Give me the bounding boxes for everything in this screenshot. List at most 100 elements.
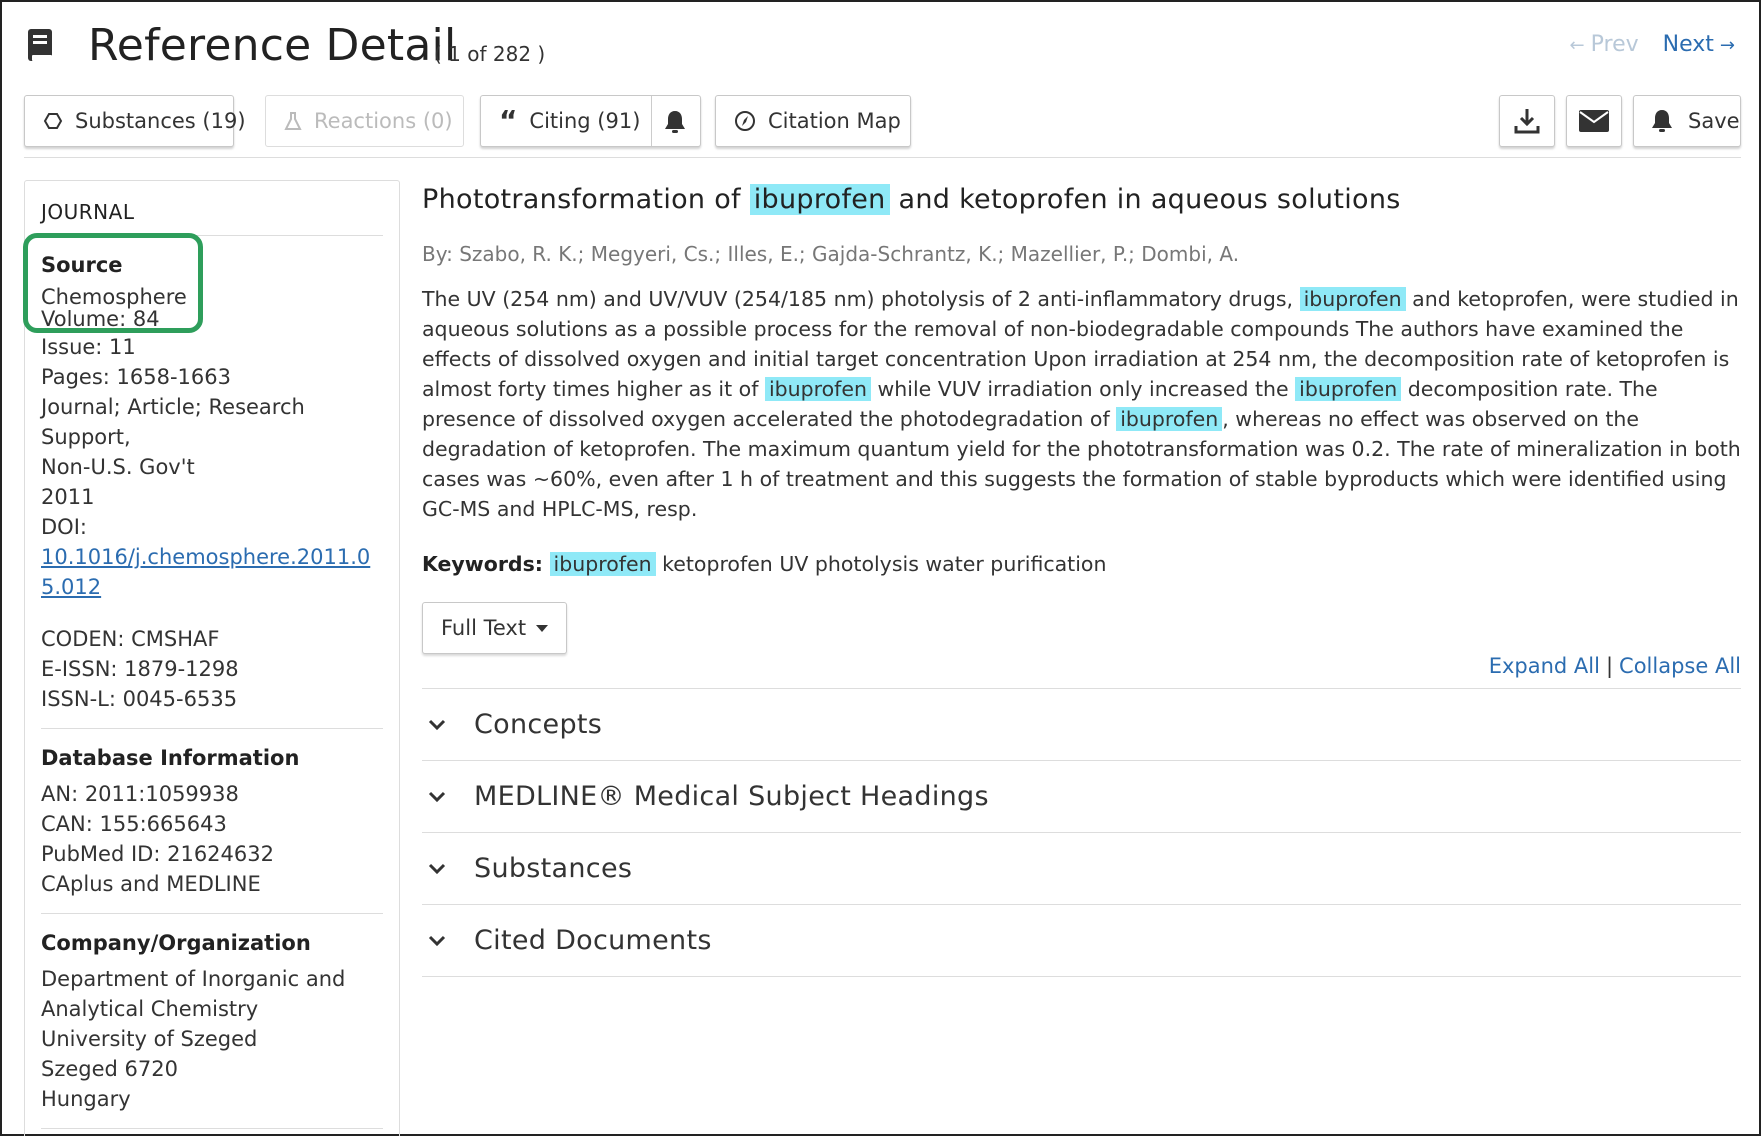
separator: | xyxy=(1605,654,1614,678)
arrow-left-icon: ← xyxy=(1569,35,1585,56)
email-button[interactable] xyxy=(1566,95,1622,147)
citation-map-button[interactable]: Citation Map xyxy=(715,95,911,147)
eissn: E-ISSN: 1879-1298 xyxy=(41,657,239,681)
citation-map-label: Citation Map xyxy=(768,109,901,133)
accordion-cited-documents[interactable]: Cited Documents xyxy=(422,905,1741,977)
doc-type-line-2: Non-U.S. Gov't xyxy=(41,455,195,479)
pages: Pages: 1658-1663 xyxy=(41,365,231,389)
book-icon xyxy=(28,29,52,61)
keywords: Keywords: ibuprofen ketoprofen UV photol… xyxy=(422,552,1741,576)
arrow-right-icon: → xyxy=(1719,35,1735,56)
abstract-text: The UV (254 nm) and UV/VUV (254/185 nm) … xyxy=(422,287,1300,311)
pubmed-id: PubMed ID: 21624632 xyxy=(41,842,274,866)
chevron-down-icon xyxy=(422,791,474,803)
collapse-all-link[interactable]: Collapse All xyxy=(1619,654,1741,678)
search-term-highlight: ibuprofen xyxy=(764,377,871,401)
envelope-icon xyxy=(1579,110,1609,132)
keywords-label: Keywords: xyxy=(422,552,543,576)
keywords-text: ketoprofen UV photolysis water purificat… xyxy=(655,552,1107,576)
search-term-highlight: ibuprofen xyxy=(549,552,656,576)
accordion-label: Concepts xyxy=(474,709,603,740)
issnl: ISSN-L: 0045-6535 xyxy=(41,687,238,711)
search-term-highlight: ibuprofen xyxy=(1295,377,1402,401)
next-label: Next xyxy=(1662,32,1714,57)
abstract-text: while VUV irradiation only increased the xyxy=(871,377,1296,401)
full-text-label: Full Text xyxy=(441,616,527,640)
citing-button[interactable]: “ Citing (91) xyxy=(480,95,701,147)
save-button[interactable]: Save xyxy=(1633,95,1741,147)
source-value: Chemosphere xyxy=(41,285,187,309)
source-label: Source xyxy=(41,253,123,277)
database-label: Database Information xyxy=(41,746,300,770)
chevron-down-icon xyxy=(422,863,474,875)
caret-down-icon xyxy=(536,624,549,632)
article-main: Phototransformation of ibuprofen and ket… xyxy=(422,180,1741,977)
accordion-medline-headings[interactable]: MEDLINE® Medical Subject Headings xyxy=(422,761,1741,833)
sidebar-heading: JOURNAL xyxy=(41,197,383,236)
issue: Issue: 11 xyxy=(41,335,136,359)
quote-icon: “ xyxy=(499,104,518,137)
accordion-concepts[interactable]: Concepts xyxy=(422,689,1741,761)
journal-section: Source Chemosphere Volume: 84 Issue: 11 … xyxy=(41,236,383,729)
org-line-1: Department of Inorganic and xyxy=(41,967,346,991)
citing-divider xyxy=(651,96,652,146)
accordion-list: Concepts MEDLINE® Medical Subject Headin… xyxy=(422,688,1741,977)
citing-label: Citing (91) xyxy=(529,109,641,133)
volume: Volume: 84 xyxy=(41,310,160,328)
full-text-dropdown[interactable]: Full Text xyxy=(422,602,568,654)
next-link[interactable]: Next → xyxy=(1663,32,1741,57)
database-sources: CAplus and MEDLINE xyxy=(41,872,261,896)
search-term-highlight: ibuprofen xyxy=(1116,407,1223,431)
toolbar-divider xyxy=(24,157,1741,158)
article-title: Phototransformation of ibuprofen and ket… xyxy=(422,180,1741,220)
doc-type-line-1: Journal; Article; Research Support, xyxy=(41,395,305,449)
org-line-3: University of Szeged xyxy=(41,1027,258,1051)
org-line-4: Szeged 6720 xyxy=(41,1057,178,1081)
download-icon xyxy=(1514,109,1540,134)
expand-collapse-row: Expand All | Collapse All xyxy=(422,654,1741,688)
substance-icon xyxy=(43,111,63,131)
coden: CODEN: CMSHAF xyxy=(41,627,220,651)
accession-number: AN: 2011:1059938 xyxy=(41,782,239,806)
compass-icon xyxy=(734,110,756,132)
accordion-label: Substances xyxy=(474,853,633,884)
org-line-2: Analytical Chemistry xyxy=(41,997,259,1021)
page-header: Reference Detail ( 1 of 282 ) ← Prev Next… xyxy=(26,18,1741,78)
expand-all-link[interactable]: Expand All xyxy=(1489,654,1600,678)
toolbar: Substances (19) Reactions (0) “ Citing (… xyxy=(24,95,1741,147)
reference-sidebar: JOURNAL Source Chemosphere Volume: 84 Is… xyxy=(23,180,400,1136)
reactions-label: Reactions (0) xyxy=(314,109,453,133)
title-part: Phototransformation of xyxy=(422,184,750,215)
organization-section: Company/Organization Department of Inorg… xyxy=(41,914,383,1129)
org-line-5: Hungary xyxy=(41,1087,131,1111)
bell-icon[interactable] xyxy=(661,108,689,141)
pager: ← Prev Next → xyxy=(1564,32,1741,57)
result-count: ( 1 of 282 ) xyxy=(434,42,546,66)
accordion-label: Cited Documents xyxy=(474,925,712,956)
chevron-down-icon xyxy=(422,719,474,731)
organization-label: Company/Organization xyxy=(41,931,311,955)
reactions-button[interactable]: Reactions (0) xyxy=(265,95,464,147)
search-term-highlight: ibuprofen xyxy=(1299,287,1406,311)
prev-link[interactable]: ← Prev xyxy=(1564,32,1639,57)
year: 2011 xyxy=(41,485,95,509)
save-label: Save xyxy=(1688,109,1740,133)
abstract: The UV (254 nm) and UV/VUV (254/185 nm) … xyxy=(422,284,1741,524)
can-number: CAN: 155:665643 xyxy=(41,812,227,836)
doi-label: DOI: xyxy=(41,515,87,539)
flask-icon xyxy=(284,111,302,131)
authors: By: Szabo, R. K.; Megyeri, Cs.; Illes, E… xyxy=(422,242,1240,266)
page-title: Reference Detail xyxy=(88,20,457,71)
download-button[interactable] xyxy=(1499,95,1555,147)
bell-save-icon xyxy=(1648,107,1676,135)
doi-link[interactable]: 10.1016/j.chemosphere.2011.05.012 xyxy=(41,542,383,602)
title-part: and ketoprofen in aqueous solutions xyxy=(889,184,1401,215)
prev-label: Prev xyxy=(1590,32,1639,57)
accordion-substances[interactable]: Substances xyxy=(422,833,1741,905)
substances-label: Substances (19) xyxy=(75,109,246,133)
substances-button[interactable]: Substances (19) xyxy=(24,95,246,147)
accordion-label: MEDLINE® Medical Subject Headings xyxy=(474,781,989,812)
chevron-down-icon xyxy=(422,935,474,947)
database-section: Database Information AN: 2011:1059938 CA… xyxy=(41,729,383,914)
